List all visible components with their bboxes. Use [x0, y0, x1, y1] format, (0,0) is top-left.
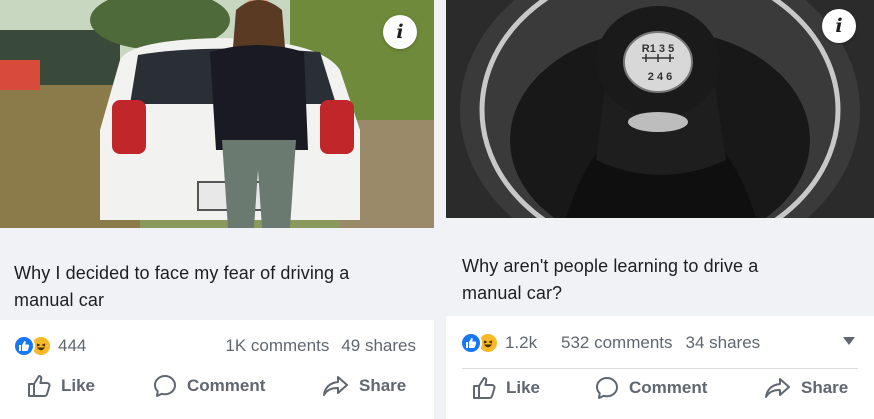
- shares-count[interactable]: 49 shares: [341, 336, 416, 356]
- engagement-counts: 532 comments 34 shares: [561, 333, 760, 353]
- chevron-down-icon[interactable]: [842, 336, 856, 346]
- post-stats: 1.2k 532 comments 34 shares: [446, 326, 874, 360]
- comments-count[interactable]: 532 comments: [561, 333, 673, 353]
- shift-pattern-top: R1 3 5: [642, 43, 674, 55]
- headline-line-2: manual car: [14, 290, 105, 310]
- like-button[interactable]: Like: [26, 373, 95, 399]
- comment-bubble-icon: [154, 375, 176, 397]
- share-button[interactable]: Share: [764, 375, 848, 401]
- post-actions: Like Comment Share: [0, 373, 434, 413]
- thumbs-up-icon: [28, 375, 51, 397]
- share-label: Share: [359, 376, 407, 395]
- shares-count[interactable]: 34 shares: [686, 333, 761, 353]
- feed-gap: [434, 0, 446, 419]
- reaction-count: 444: [58, 336, 87, 355]
- reactions-summary[interactable]: 1.2k: [460, 332, 537, 354]
- like-button[interactable]: Like: [471, 375, 540, 401]
- info-icon: i: [396, 21, 404, 43]
- engagement-counts: 1K comments 49 shares: [225, 336, 416, 356]
- like-label: Like: [61, 376, 96, 395]
- reaction-count: 1.2k: [505, 333, 538, 352]
- comment-label: Comment: [187, 376, 266, 395]
- post-image-gear-shift[interactable]: R1 3 5 2 4 6: [446, 0, 874, 218]
- headline-line-1: Why aren't people learning to drive a: [462, 256, 759, 276]
- post-headline[interactable]: Why aren't people learning to drive a ma…: [462, 253, 862, 307]
- post-headline[interactable]: Why I decided to face my fear of driving…: [14, 260, 414, 314]
- headline-line-1: Why I decided to face my fear of driving…: [14, 263, 350, 283]
- share-arrow-icon: [765, 378, 790, 398]
- link-preview-box[interactable]: Why aren't people learning to drive a ma…: [446, 218, 874, 316]
- like-label: Like: [506, 378, 541, 397]
- post-image-woman-car[interactable]: [0, 0, 434, 228]
- comment-bubble-icon: [596, 377, 618, 399]
- info-button[interactable]: i: [822, 9, 856, 43]
- share-label: Share: [801, 378, 849, 397]
- comment-button[interactable]: Comment: [594, 375, 707, 401]
- like-icon: [13, 335, 35, 357]
- like-icon: [460, 332, 482, 354]
- shift-pattern-bottom: 2 4 6: [648, 71, 672, 83]
- reactions-summary[interactable]: 444: [13, 335, 86, 357]
- comments-count[interactable]: 1K comments: [225, 336, 329, 356]
- info-button[interactable]: i: [383, 15, 417, 49]
- post-actions: Like Comment Share: [446, 375, 874, 415]
- post-card-manual-learning: R1 3 5 2 4 6 i Why aren't people learnin…: [446, 0, 874, 419]
- link-preview-box[interactable]: Why I decided to face my fear of driving…: [0, 228, 434, 320]
- post-card-driving-fear: i Why I decided to face my fear of drivi…: [0, 0, 434, 419]
- headline-line-2: manual car?: [462, 283, 563, 303]
- actions-divider: [462, 368, 858, 369]
- share-arrow-icon: [323, 376, 348, 396]
- comment-label: Comment: [629, 378, 708, 397]
- post-stats: 444 1K comments 49 shares: [0, 329, 434, 363]
- thumbs-up-icon: [473, 377, 496, 399]
- comment-button[interactable]: Comment: [152, 373, 265, 399]
- share-button[interactable]: Share: [322, 373, 406, 399]
- info-icon: i: [835, 15, 843, 37]
